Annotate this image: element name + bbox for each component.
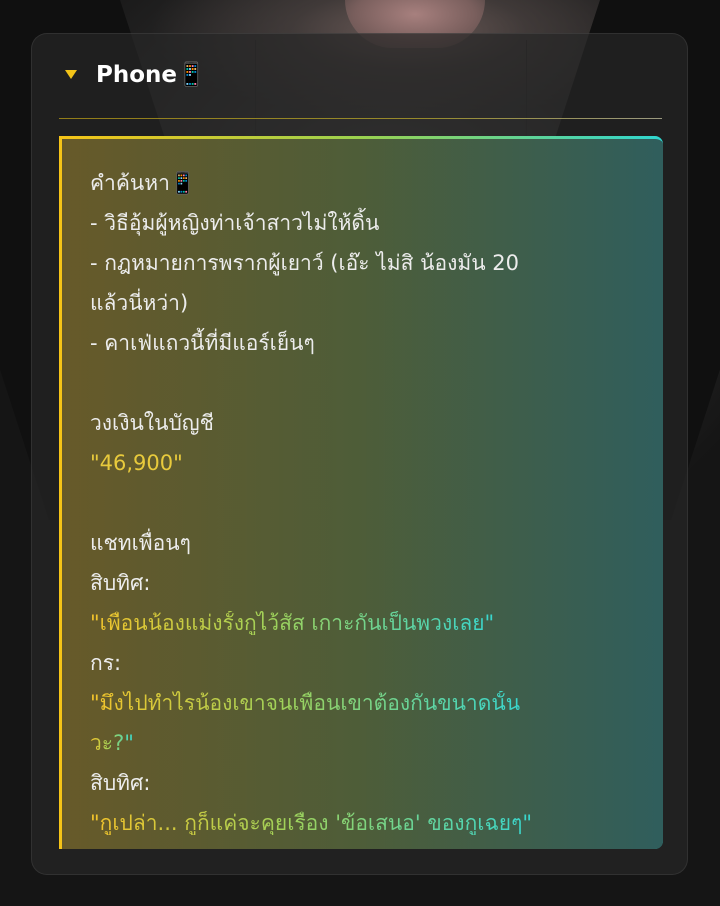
panel-summary-toggle[interactable]: Phone📱 [32,34,687,118]
chat-sender: สิบทิศ: [90,571,151,595]
panel-title: Phone📱 [96,62,206,88]
triangle-down-icon[interactable] [65,70,77,79]
chat-message: "เพื่อนน้องแม่งรั้งกูไว้สัส เกาะกันเป็นพ… [90,611,495,635]
search-item: แล้วนี่หว่า) [90,291,189,315]
chat-message: "มึงไปทำไรน้องเขาจนเพื่อนเขาต้องกันขนาดน… [90,691,521,715]
search-heading: คำค้นหา📱 [90,171,197,195]
divider [59,118,662,119]
chat-sender: กร: [90,651,122,675]
phone-content-card: คำค้นหา📱 - วิธีอุ้มผู้หญิงท่าเจ้าสาวไม่ใ… [59,136,663,849]
chat-sender: สิบทิศ: [90,771,151,795]
chat-heading: แชทเพื่อนๆ [90,531,191,555]
search-item: - คาเฟ่แถวนี้ที่มีแอร์เย็นๆ [90,331,315,355]
chat-message: วะ?" [90,731,134,755]
phone-content: คำค้นหา📱 - วิธีอุ้มผู้หญิงท่าเจ้าสาวไม่ใ… [90,163,650,843]
search-item: - วิธีอุ้มผู้หญิงท่าเจ้าสาวไม่ให้ดิ้น [90,211,380,235]
chat-message: "กูเปล่า... กูก็แค่จะคุยเรื่อง 'ข้อเสนอ'… [90,811,533,835]
balance-value: "46,900" [90,451,183,475]
balance-heading: วงเงินในบัญชี [90,411,214,435]
phone-details-panel: Phone📱 คำค้นหา📱 - วิธีอุ้มผู้หญิงท่าเจ้า… [31,33,688,875]
search-item: - กฎหมายการพรากผู้เยาว์ (เอ๊ะ ไม่สิ น้อง… [90,251,519,275]
